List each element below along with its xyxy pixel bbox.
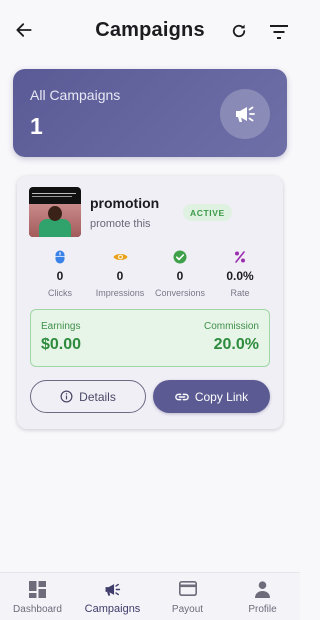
conversions-label: Conversions: [154, 288, 206, 298]
impressions-label: Impressions: [95, 288, 145, 298]
person-icon: [255, 581, 270, 598]
info-icon: [60, 390, 73, 403]
campaign-card[interactable]: promotion promote this ACTIVE 0 Clicks 0…: [17, 176, 283, 429]
conversions-value: 0: [176, 269, 184, 283]
campaign-description: promote this: [90, 218, 151, 230]
nav-label-payout: Payout: [171, 604, 204, 615]
megaphone-icon: [105, 583, 121, 596]
stat-clicks: 0 Clicks: [30, 250, 90, 298]
dashboard-icon: [29, 581, 46, 598]
earnings-label: Earnings: [41, 321, 81, 332]
nav-item-dashboard[interactable]: Dashboard: [0, 581, 75, 615]
nav-label-dashboard: Dashboard: [13, 604, 62, 615]
details-button[interactable]: Details: [30, 380, 146, 413]
percent-icon: [235, 251, 245, 263]
commission-label: Commission: [203, 321, 259, 332]
all-campaigns-summary-card: All Campaigns 1: [13, 69, 287, 157]
campaign-stats: 0 Clicks 0 Impressions 0 Conversions 0.0…: [30, 250, 270, 298]
details-label: Details: [79, 389, 116, 404]
stat-impressions: 0 Impressions: [90, 250, 150, 298]
status-badge: ACTIVE: [183, 204, 232, 221]
campaign-name: promotion: [90, 195, 160, 211]
link-icon: [175, 393, 189, 400]
earnings-value: $0.00: [41, 336, 82, 353]
megaphone-badge: [220, 89, 270, 139]
app-header: Campaigns: [0, 0, 300, 64]
campaign-thumbnail: [29, 187, 81, 237]
nav-item-campaigns[interactable]: Campaigns: [75, 581, 150, 615]
bottom-navigation: Dashboard Campaigns Payout Profile: [0, 572, 300, 620]
clicks-value: 0: [56, 269, 64, 283]
nav-item-payout[interactable]: Payout: [150, 581, 225, 615]
mouse-icon: [55, 250, 65, 264]
rate-label: Rate: [230, 288, 250, 298]
campaign-count: 1: [30, 113, 43, 139]
nav-label-campaigns: Campaigns: [84, 603, 141, 615]
impressions-value: 0: [116, 269, 124, 283]
earnings-panel: Earnings $0.00 Commission 20.0%: [30, 309, 270, 367]
megaphone-icon: [236, 106, 255, 122]
filter-icon[interactable]: [270, 24, 288, 40]
commission-value: 20.0%: [213, 336, 259, 353]
nav-item-profile[interactable]: Profile: [225, 581, 300, 615]
page-title: Campaigns: [95, 19, 205, 41]
eye-icon: [113, 254, 127, 260]
stat-rate: 0.0% Rate: [210, 250, 270, 298]
summary-label: All Campaigns: [30, 87, 121, 103]
nav-label-profile: Profile: [248, 604, 277, 615]
clicks-label: Clicks: [48, 288, 72, 298]
check-circle-icon: [173, 250, 187, 264]
refresh-icon[interactable]: [230, 22, 248, 40]
stat-conversions: 0 Conversions: [150, 250, 210, 298]
rate-value: 0.0%: [226, 269, 254, 283]
copy-link-button[interactable]: Copy Link: [153, 380, 270, 413]
copy-link-label: Copy Link: [194, 389, 249, 404]
card-icon: [178, 581, 197, 596]
